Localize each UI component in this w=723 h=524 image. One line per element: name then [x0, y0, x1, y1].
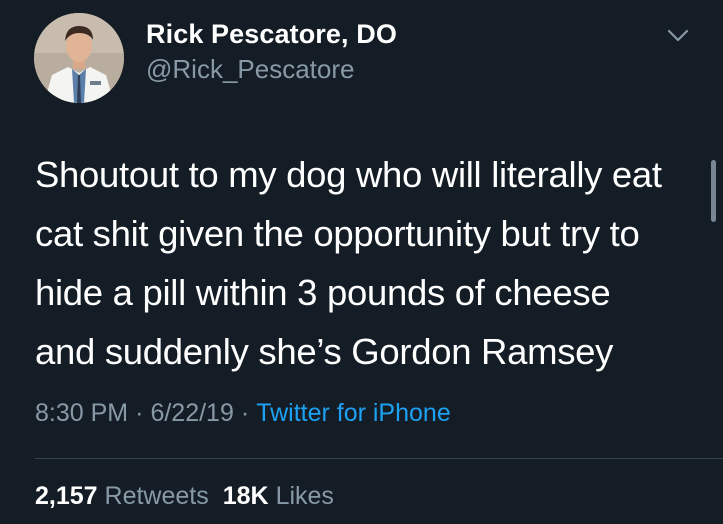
likes-count: 18K	[222, 482, 269, 510]
chevron-down-icon[interactable]	[664, 24, 692, 46]
tweet-meta: 8:30 PM · 6/22/19 · Twitter for iPhone	[35, 399, 451, 428]
likes-label: Likes	[275, 482, 334, 510]
tweet-text: Shoutout to my dog who will literally ea…	[35, 154, 662, 372]
retweets-stat[interactable]: 2,157 Retweets	[35, 482, 209, 510]
tweet-detail: Rick Pescatore, DO @Rick_Pescatore Shout…	[0, 0, 723, 524]
divider	[35, 458, 723, 459]
tweet-source-link[interactable]: Twitter for iPhone	[256, 399, 451, 427]
author-handle[interactable]: @Rick_Pescatore	[146, 54, 354, 85]
meta-separator: ·	[135, 399, 144, 427]
likes-stat[interactable]: 18K Likes	[223, 482, 334, 510]
avatar[interactable]	[34, 13, 124, 103]
author-display-name[interactable]: Rick Pescatore, DO	[146, 19, 397, 50]
scrollbar[interactable]	[711, 160, 716, 222]
meta-separator: ·	[240, 399, 250, 427]
tweet-stats: 2,157 Retweets 18K Likes	[35, 482, 334, 511]
avatar-photo	[34, 13, 124, 103]
retweets-count: 2,157	[35, 482, 98, 510]
retweets-label: Retweets	[104, 482, 209, 510]
tweet-time[interactable]: 8:30 PM	[35, 399, 128, 427]
tweet-date[interactable]: 6/22/19	[150, 399, 233, 427]
